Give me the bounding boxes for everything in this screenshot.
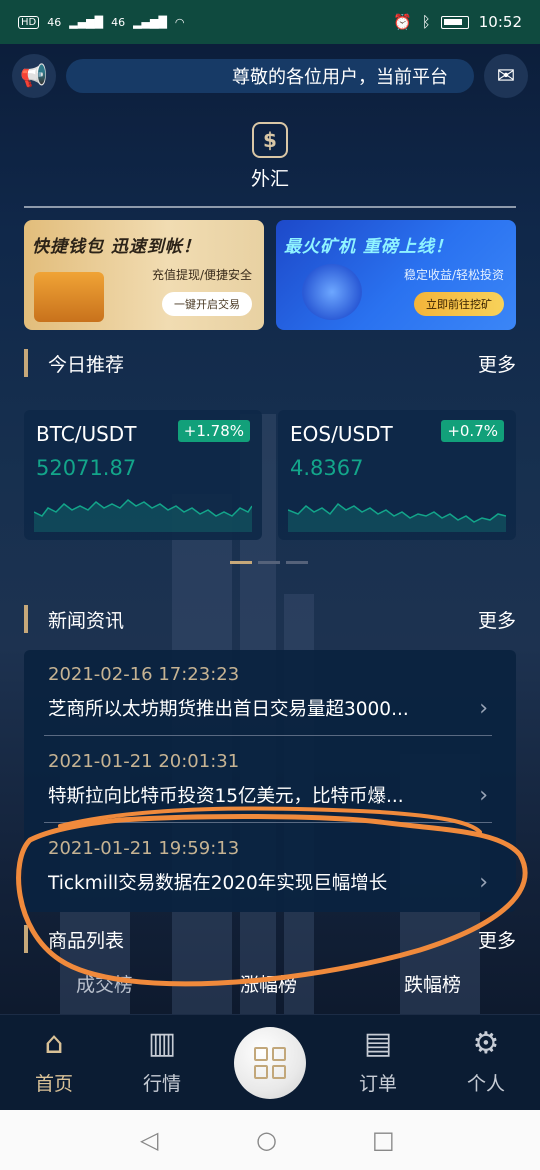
clock: 10:52 <box>478 13 522 31</box>
divider <box>44 822 492 823</box>
wifi-icon: ◠ <box>174 15 185 29</box>
tab-orders[interactable]: ▤ 订单 <box>338 1025 418 1096</box>
rank-tabs: 成交榜 涨幅榜 跌幅榜 <box>0 970 540 1000</box>
system-nav-bar: ◁ ○ □ <box>0 1110 540 1170</box>
tab-label: 订单 <box>358 1073 397 1095</box>
ticker-pair: EOS/USDT <box>290 422 393 446</box>
signal-2-label: 46 <box>111 15 126 29</box>
news-time: 2021-01-21 20:01:31 <box>48 751 240 772</box>
tab-label: 个人 <box>466 1073 505 1095</box>
home-content: 📢 尊敬的各位用户，当前平台 ✉ $ 外汇 快捷钱包 迅速到帐！ 充值提现/便捷… <box>0 44 540 1014</box>
home-circle-icon[interactable]: ○ <box>256 1126 277 1154</box>
chart-bars-icon: ▥ <box>147 1026 177 1061</box>
forex-shortcut[interactable]: $ 外汇 <box>0 122 540 191</box>
chevron-right-icon: › <box>479 783 488 808</box>
more-link[interactable]: 更多 <box>478 606 516 633</box>
ticker-pair: BTC/USDT <box>36 422 137 446</box>
tab-profile[interactable]: ⚙ 个人 <box>446 1025 526 1096</box>
notice-row: 📢 尊敬的各位用户，当前平台 ✉ <box>12 54 528 98</box>
forex-label: 外汇 <box>250 168 289 190</box>
products-header: 商品列表 更多 <box>24 924 516 954</box>
news-headline: Tickmill交易数据在2020年实现巨幅增长 <box>48 873 388 894</box>
tab-label: 首页 <box>34 1073 73 1095</box>
document-icon: ▤ <box>363 1026 393 1061</box>
notice-marquee[interactable]: 尊敬的各位用户，当前平台 <box>66 59 474 93</box>
ticker-change-badge: +0.7% <box>441 420 504 442</box>
bitcoin-chip-illustration <box>302 264 362 320</box>
chevron-right-icon: › <box>479 696 488 721</box>
news-header: 新闻资讯 更多 <box>24 604 516 634</box>
forex-underline <box>24 206 516 208</box>
news-list: 2021-02-16 17:23:23 芝商所以太坊期货推出首日交易量超3000… <box>24 650 516 912</box>
section-title: 今日推荐 <box>48 353 125 376</box>
mail-icon[interactable]: ✉ <box>484 54 528 98</box>
tab-gain-rank[interactable]: 涨幅榜 <box>240 970 297 997</box>
notice-text: 尊敬的各位用户，当前平台 <box>232 67 448 88</box>
mining-banner[interactable]: 最火矿机 重磅上线！ 稳定收益/轻松投资 立即前往挖矿 <box>276 220 516 330</box>
tab-home[interactable]: ⌂ 首页 <box>14 1025 94 1096</box>
megaphone-icon[interactable]: 📢 <box>12 54 56 98</box>
carousel-indicator <box>230 561 308 564</box>
news-item[interactable]: 2021-01-21 20:01:31 特斯拉向比特币投资15亿美元，比特币爆.… <box>24 737 516 823</box>
signal-indicators: HD 46 ▂▄▆█ 46 ▂▄▆█ ◠ <box>18 15 185 29</box>
ticker-price: 52071.87 <box>36 456 137 480</box>
recents-square-icon[interactable]: □ <box>372 1126 395 1154</box>
dollar-exchange-icon: $ <box>252 122 288 158</box>
more-link[interactable]: 更多 <box>478 926 516 953</box>
news-time: 2021-02-16 17:23:23 <box>48 664 240 685</box>
center-menu-button[interactable] <box>234 1027 306 1099</box>
section-accent-bar <box>24 925 28 953</box>
grid-icon <box>254 1047 286 1079</box>
tab-market[interactable]: ▥ 行情 <box>122 1025 202 1096</box>
section-title: 商品列表 <box>48 929 125 952</box>
recommend-header: 今日推荐 更多 <box>24 348 516 378</box>
home-icon: ⌂ <box>44 1026 64 1061</box>
divider <box>44 735 492 736</box>
ticker-card[interactable]: BTC/USDT +1.78% 52071.87 <box>24 410 262 540</box>
banner-subtitle: 稳定收益/轻松投资 <box>403 268 504 282</box>
status-bar: HD 46 ▂▄▆█ 46 ▂▄▆█ ◠ ⏰ ᛒ 10:52 <box>0 0 540 44</box>
banner-headline: 快捷钱包 迅速到帐！ <box>32 237 201 257</box>
sparkline <box>288 502 506 532</box>
news-headline: 特斯拉向比特币投资15亿美元，比特币爆... <box>48 786 404 807</box>
ticker-price: 4.8367 <box>290 456 364 480</box>
section-accent-bar <box>24 605 28 633</box>
banner-subtitle: 充值提现/便捷安全 <box>151 268 252 282</box>
signal-1-label: 46 <box>47 15 62 29</box>
section-title: 新闻资讯 <box>48 609 125 632</box>
ticker-change-badge: +1.78% <box>177 420 250 442</box>
signal-bars-icon: ▂▄▆█ <box>69 15 104 29</box>
news-item[interactable]: 2021-02-16 17:23:23 芝商所以太坊期货推出首日交易量超3000… <box>24 650 516 736</box>
user-settings-icon: ⚙ <box>472 1026 500 1061</box>
banner-headline: 最火矿机 重磅上线！ <box>284 237 453 257</box>
battery-icon <box>440 15 469 29</box>
tab-volume-rank[interactable]: 成交榜 <box>76 970 133 997</box>
bluetooth-icon: ᛒ <box>421 13 431 31</box>
chevron-right-icon: › <box>479 870 488 895</box>
wallet-banner[interactable]: 快捷钱包 迅速到帐！ 充值提现/便捷安全 一键开启交易 <box>24 220 264 330</box>
wallet-illustration <box>34 272 104 322</box>
news-item[interactable]: 2021-01-21 19:59:13 Tickmill交易数据在2020年实现… <box>24 824 516 910</box>
tab-label: 行情 <box>142 1073 181 1095</box>
bottom-tab-bar: ⌂ 首页 ▥ 行情 ▤ 订单 ⚙ 个人 <box>0 1014 540 1110</box>
back-icon[interactable]: ◁ <box>140 1126 158 1154</box>
tab-loss-rank[interactable]: 跌幅榜 <box>404 970 461 997</box>
hd-badge: HD <box>18 15 40 29</box>
alarm-icon: ⏰ <box>393 13 412 31</box>
signal-bars-icon: ▂▄▆█ <box>133 15 167 29</box>
banner-cta-button[interactable]: 一键开启交易 <box>162 292 252 316</box>
banner-cta-button[interactable]: 立即前往挖矿 <box>414 292 504 316</box>
section-accent-bar <box>24 349 28 377</box>
ticker-card[interactable]: EOS/USDT +0.7% 4.8367 <box>278 410 516 540</box>
sparkline <box>34 499 252 532</box>
news-headline: 芝商所以太坊期货推出首日交易量超3000... <box>48 699 409 720</box>
news-time: 2021-01-21 19:59:13 <box>48 838 240 859</box>
more-link[interactable]: 更多 <box>478 350 516 377</box>
